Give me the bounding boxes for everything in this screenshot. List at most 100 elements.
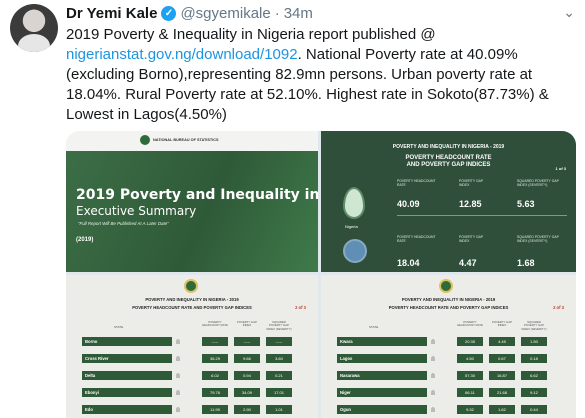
table-cell: 17.01 [266, 388, 292, 397]
nbs-logo-icon [184, 279, 198, 293]
table-cell: 6.02 [202, 371, 228, 380]
cover-year: (2019) [76, 237, 94, 243]
media-grid: NATIONAL BUREAU OF STATISTICS 2019 Pover… [66, 131, 576, 418]
summary-header: POVERTY AND INEQUALITY IN NIGERIA - 2019 [392, 144, 505, 150]
table-cell: 21.68 [489, 388, 515, 397]
state-map-icon [431, 356, 435, 361]
separator-dot: · [274, 4, 280, 22]
timestamp[interactable]: 34m [284, 5, 313, 22]
cover-subtitle: Executive Summary [76, 204, 197, 218]
avatar[interactable] [10, 4, 58, 52]
table-row: Borno ----- ----- ----- [82, 337, 304, 346]
tweet-link[interactable]: nigerianstat.gov.ng/download/1092 [66, 46, 298, 63]
value-headcount-2: 18.04 [397, 258, 420, 268]
state-map-icon [176, 356, 180, 361]
table-cell: 9.12 [521, 388, 547, 397]
value-severity-1: 5.63 [517, 199, 535, 209]
column-header-severity: SQUARED POVERTY GAP INDEX (SEVERITY) [521, 320, 547, 331]
table-page: 2 of 3 [553, 305, 564, 310]
state-name: Edo [82, 405, 172, 414]
table-cell: 20.35 [457, 337, 483, 346]
cover-title: 2019 Poverty and Inequality in Nigeria: [76, 187, 318, 203]
chevron-down-icon[interactable]: ⌄ [563, 4, 575, 21]
value-headcount-1: 40.09 [397, 199, 420, 209]
table-cell: 11.99 [202, 405, 228, 414]
table-title: POVERTY AND INEQUALITY IN NIGERIA - 2019 [401, 297, 496, 302]
table-page: 2 of 3 [295, 305, 306, 310]
table-cell: 66.11 [457, 388, 483, 397]
table-cell: 16.87 [489, 371, 515, 380]
value-severity-2: 1.68 [517, 258, 535, 268]
summary-subheader: POVERTY HEADCOUNT RATE AND POVERTY GAP I… [321, 155, 576, 169]
table-cell: ----- [266, 337, 292, 346]
tweet-text: 2019 Poverty & Inequality in Nigeria rep… [66, 25, 576, 125]
label-severity-2: SQUARED POVERTY GAP INDEX (SEVERITY) [517, 235, 559, 243]
label-gap-2: POVERTY GAP INDEX [459, 235, 484, 243]
summary-page: 1 of 3 [555, 166, 566, 171]
nbs-logo: NATIONAL BUREAU OF STATISTICS [140, 135, 219, 145]
table-cell: 0.94 [234, 371, 260, 380]
table-row: Kwara 20.35 4.45 1.50 [337, 337, 559, 346]
state-map-icon [176, 339, 180, 344]
divider [397, 215, 567, 216]
table-row: Nasarawa 57.30 16.87 6.62 [337, 371, 559, 380]
table-cell: 1.01 [266, 405, 292, 414]
table-cell: 4.45 [489, 337, 515, 346]
state-name: Nasarawa [337, 371, 427, 380]
verified-check-icon: ✓ [161, 5, 177, 21]
table-subtitle: POVERTY HEADCOUNT RATE AND POVERTY GAP I… [388, 305, 509, 310]
tweet-text-start: 2019 Poverty & Inequality in Nigeria rep… [66, 26, 436, 43]
label-severity-1: SQUARED POVERTY GAP INDEX (SEVERITY) [517, 179, 559, 187]
table-cell: 0.44 [521, 405, 547, 414]
label-headcount-2: POVERTY HEADCOUNT RATE [397, 235, 436, 243]
media-image-summary[interactable]: POVERTY AND INEQUALITY IN NIGERIA - 2019… [321, 131, 576, 272]
column-header-gap: POVERTY GAP INDEX [492, 320, 512, 328]
map-label: Nigeria [345, 224, 358, 229]
urban-city-icon [343, 239, 367, 263]
state-name: Kwara [337, 337, 427, 346]
state-map-icon [431, 339, 435, 344]
summary-subheader-line2: AND POVERTY GAP INDICES [406, 162, 491, 168]
state-map-icon [176, 390, 180, 395]
column-header-headcount: POVERTY HEADCOUNT RATE [202, 320, 228, 328]
table-cell: 9.66 [234, 354, 260, 363]
value-gap-1: 12.85 [459, 199, 482, 209]
table-row: Niger 66.11 21.68 9.12 [337, 388, 559, 397]
tweet-header: Dr Yemi Kale ✓ @sgyemikale · 34m [66, 4, 313, 22]
table-subtitle: POVERTY HEADCOUNT RATE AND POVERTY GAP I… [132, 305, 252, 310]
table-cell: 2.90 [234, 405, 260, 414]
state-name: Ogun [337, 405, 427, 414]
state-name: Delta [82, 371, 172, 380]
table-cell: 36.29 [202, 354, 228, 363]
media-image-table-2[interactable]: POVERTY AND INEQUALITY IN NIGERIA - 2019… [321, 275, 576, 418]
table-cell: 0.18 [521, 354, 547, 363]
label-gap-1: POVERTY GAP INDEX [459, 179, 484, 187]
table-cell: 0.67 [489, 354, 515, 363]
value-gap-2: 4.47 [459, 258, 477, 268]
media-image-cover[interactable]: NATIONAL BUREAU OF STATISTICS 2019 Pover… [66, 131, 318, 272]
label-headcount-1: POVERTY HEADCOUNT RATE [397, 179, 436, 187]
table-row: Delta 6.02 0.94 0.21 [82, 371, 304, 380]
cover-note: "Full Report Will Be Published At A Late… [78, 221, 169, 226]
author-handle[interactable]: @sgyemikale [180, 5, 270, 22]
table-row: Lagos 4.50 0.67 0.18 [337, 354, 559, 363]
column-header-severity: SQUARED POVERTY GAP INDEX (SEVERITY) [266, 320, 292, 331]
state-map-icon [176, 373, 180, 378]
nbs-logo-mark [140, 135, 150, 145]
state-name: Cross River [82, 354, 172, 363]
table-cell: 4.50 [457, 354, 483, 363]
table-row: Ebonyi 79.76 34.09 17.01 [82, 388, 304, 397]
author-name[interactable]: Dr Yemi Kale [66, 5, 157, 22]
column-header-gap: POVERTY GAP INDEX [237, 320, 257, 328]
table-row: Cross River 36.29 9.66 3.60 [82, 354, 304, 363]
state-column-header: STATE [369, 325, 379, 329]
state-name: Ebonyi [82, 388, 172, 397]
logo-text: NATIONAL BUREAU OF STATISTICS [153, 138, 219, 142]
table-cell: 0.21 [266, 371, 292, 380]
media-image-table-1[interactable]: POVERTY AND INEQUALITY IN NIGERIA - 2019… [66, 275, 318, 418]
table-title: POVERTY AND INEQUALITY IN NIGERIA - 2019 [145, 297, 239, 302]
table-cell: ----- [234, 337, 260, 346]
nigeria-map-icon [343, 187, 365, 219]
table-cell: 6.62 [521, 371, 547, 380]
table-cell: 9.32 [457, 405, 483, 414]
